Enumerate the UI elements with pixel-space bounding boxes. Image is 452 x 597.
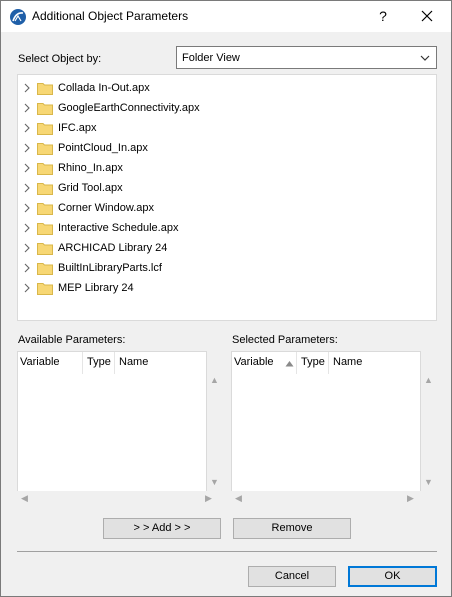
scroll-right-icon[interactable]: ▶ (205, 493, 212, 503)
column-header-name[interactable]: Name (333, 356, 362, 368)
available-parameters-list[interactable]: Variable Type Name (17, 351, 207, 505)
tree-item-label: IFC.apx (58, 122, 97, 134)
chevron-right-icon[interactable] (22, 283, 32, 296)
chevron-down-icon (420, 53, 430, 66)
chevron-right-icon[interactable] (22, 123, 32, 136)
select-object-by-dropdown[interactable]: Folder View (176, 46, 437, 69)
tree-item[interactable]: ARCHICAD Library 24 (18, 238, 418, 258)
cancel-button[interactable]: Cancel (248, 566, 336, 587)
tree-item-label: Collada In-Out.apx (58, 82, 150, 94)
archicad-app-icon (10, 9, 26, 25)
chevron-right-icon[interactable] (22, 103, 32, 116)
folder-icon (37, 221, 53, 238)
tree-item[interactable]: Rhino_In.apx (18, 158, 418, 178)
tree-item-label: PointCloud_In.apx (58, 142, 148, 154)
footer-divider (17, 551, 437, 552)
folder-icon (37, 181, 53, 198)
tree-item-label: GoogleEarthConnectivity.apx (58, 102, 200, 114)
scroll-up-icon[interactable]: ▲ (424, 375, 433, 385)
tree-item[interactable]: IFC.apx (18, 118, 418, 138)
chevron-right-icon[interactable] (22, 263, 32, 276)
dropdown-value: Folder View (182, 52, 240, 64)
tree-item[interactable]: GoogleEarthConnectivity.apx (18, 98, 418, 118)
tree-item-label: MEP Library 24 (58, 282, 134, 294)
remove-button[interactable]: Remove (233, 518, 351, 539)
scroll-up-icon[interactable]: ▲ (210, 375, 219, 385)
column-header-name[interactable]: Name (119, 356, 148, 368)
tree-item[interactable]: Corner Window.apx (18, 198, 418, 218)
chevron-right-icon[interactable] (22, 143, 32, 156)
selected-horizontal-scrollbar[interactable]: ◀ ▶ (231, 491, 435, 505)
scroll-left-icon[interactable]: ◀ (235, 493, 242, 503)
close-button[interactable] (415, 5, 439, 27)
ok-button[interactable]: OK (348, 566, 437, 587)
available-vertical-scrollbar[interactable]: ▲ ▼ (207, 351, 221, 491)
scroll-down-icon[interactable]: ▼ (424, 477, 433, 487)
tree-item-label: Grid Tool.apx (58, 182, 123, 194)
column-header-type[interactable]: Type (87, 356, 111, 368)
sort-ascending-icon (285, 358, 294, 370)
folder-icon (37, 141, 53, 158)
column-divider[interactable] (114, 352, 115, 374)
selected-parameters-label: Selected Parameters: (232, 334, 338, 346)
chevron-right-icon[interactable] (22, 83, 32, 96)
folder-icon (37, 161, 53, 178)
tree-item[interactable]: PointCloud_In.apx (18, 138, 418, 158)
tree-item[interactable]: BuiltInLibraryParts.lcf (18, 258, 418, 278)
column-header-type[interactable]: Type (301, 356, 325, 368)
chevron-right-icon[interactable] (22, 163, 32, 176)
folder-icon (37, 101, 53, 118)
folder-icon (37, 201, 53, 218)
chevron-right-icon[interactable] (22, 183, 32, 196)
column-divider[interactable] (296, 352, 297, 374)
tree-item-label: ARCHICAD Library 24 (58, 242, 168, 254)
available-parameters-label: Available Parameters: (18, 334, 126, 346)
selected-parameters-list[interactable]: Variable Type Name (231, 351, 421, 505)
window-title: Additional Object Parameters (32, 9, 189, 23)
folder-icon (37, 241, 53, 258)
folder-icon (37, 81, 53, 98)
library-tree[interactable]: Collada In-Out.apx GoogleEarthConnectivi… (17, 74, 437, 321)
tree-item[interactable]: Interactive Schedule.apx (18, 218, 418, 238)
scroll-down-icon[interactable]: ▼ (210, 477, 219, 487)
column-divider[interactable] (82, 352, 83, 374)
scroll-left-icon[interactable]: ◀ (21, 493, 28, 503)
column-header-variable[interactable]: Variable (234, 356, 274, 368)
tree-item-label: BuiltInLibraryParts.lcf (58, 262, 162, 274)
chevron-right-icon[interactable] (22, 243, 32, 256)
column-divider[interactable] (328, 352, 329, 374)
tree-item-label: Rhino_In.apx (58, 162, 123, 174)
add-button[interactable]: > > Add > > (103, 518, 221, 539)
help-button[interactable]: ? (371, 5, 395, 27)
select-object-by-label: Select Object by: (18, 53, 102, 65)
scroll-right-icon[interactable]: ▶ (407, 493, 414, 503)
tree-item[interactable]: Collada In-Out.apx (18, 78, 418, 98)
tree-item-label: Interactive Schedule.apx (58, 222, 179, 234)
tree-item-label: Corner Window.apx (58, 202, 154, 214)
close-icon (421, 10, 433, 22)
title-bar[interactable]: Additional Object Parameters ? (1, 1, 451, 32)
selected-vertical-scrollbar[interactable]: ▲ ▼ (421, 351, 435, 491)
available-horizontal-scrollbar[interactable]: ◀ ▶ (17, 491, 221, 505)
column-header-variable[interactable]: Variable (20, 356, 60, 368)
tree-item[interactable]: MEP Library 24 (18, 278, 418, 298)
tree-item[interactable]: Grid Tool.apx (18, 178, 418, 198)
chevron-right-icon[interactable] (22, 203, 32, 216)
folder-icon (37, 281, 53, 298)
dialog-window: Additional Object Parameters ? Select Ob… (0, 0, 452, 597)
folder-icon (37, 261, 53, 278)
folder-icon (37, 121, 53, 138)
chevron-right-icon[interactable] (22, 223, 32, 236)
